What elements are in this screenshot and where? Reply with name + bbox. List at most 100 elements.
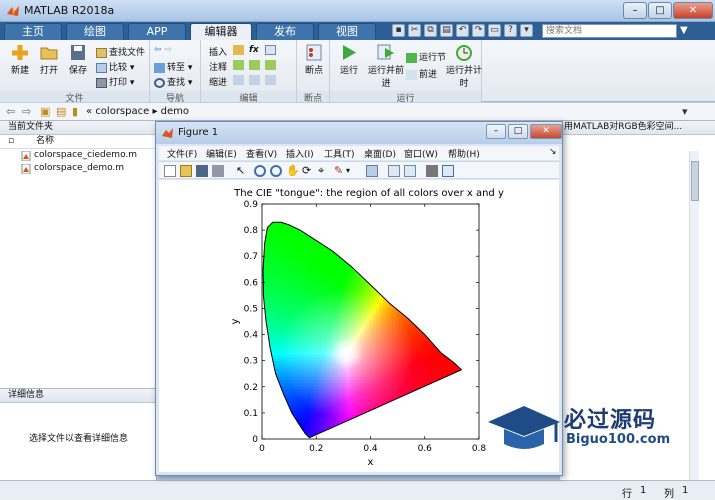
breakpoints-button[interactable]: 断点 (297, 44, 331, 76)
smart-indent-icon[interactable] (233, 75, 246, 87)
increase-indent-icon[interactable] (265, 75, 278, 87)
zoom-out-icon[interactable] (270, 165, 282, 177)
expand-icon[interactable]: ▾ (520, 24, 533, 37)
goto-button[interactable]: 转至 ▾ (154, 60, 192, 73)
pointer-icon[interactable]: ↖ (236, 165, 248, 177)
find-files-button[interactable]: 查找文件 (96, 45, 145, 58)
insert-legend-icon[interactable] (404, 165, 416, 177)
name-column-header[interactable]: ▫ 名称 (0, 135, 156, 149)
open-file-icon[interactable] (180, 165, 192, 177)
filter-icon[interactable]: ▼ (680, 25, 694, 38)
forward-arrow-icon[interactable]: ⇨ (164, 45, 172, 55)
tab-apps[interactable]: APP (128, 23, 186, 40)
insert-section-icon[interactable] (233, 45, 246, 57)
rotate-3d-icon[interactable]: ⟳ (302, 165, 314, 177)
switch-windows-icon[interactable]: ▭ (488, 24, 501, 37)
save-button[interactable]: 保存 (61, 44, 95, 76)
insert-colorbar-icon[interactable] (388, 165, 400, 177)
chroma-cell (408, 404, 413, 409)
run-section-button[interactable]: 运行节 (406, 50, 446, 63)
tab-editor[interactable]: 编辑器 (190, 23, 252, 40)
chroma-cell (405, 260, 410, 265)
run-button[interactable]: 运行 (332, 44, 366, 76)
compare-button[interactable]: 比较 ▾ (96, 60, 134, 73)
menu-help[interactable]: 帮助(H) (448, 147, 480, 160)
dock-arrow-icon[interactable]: ↘ (549, 147, 557, 157)
browse-folder-icon[interactable]: ▤ (56, 106, 68, 118)
advance-button[interactable]: 前进 (406, 67, 437, 80)
find-button[interactable]: 查找 ▾ (154, 75, 192, 88)
back-forward-buttons[interactable]: ⇦ ⇨ (154, 45, 172, 57)
tab-plots[interactable]: 绘图 (66, 23, 124, 40)
zoom-in-icon[interactable] (254, 165, 266, 177)
search-input[interactable]: 搜索文档 (542, 24, 677, 38)
chroma-cell (434, 222, 439, 224)
save-figure-icon[interactable] (196, 165, 208, 177)
indent-button[interactable]: 缩进 (209, 75, 227, 88)
scrollbar-thumb[interactable] (691, 161, 699, 201)
list-item[interactable]: colorspace_demo.m (0, 162, 156, 175)
comment-percent-icon[interactable] (233, 60, 246, 72)
run-time-button[interactable]: 运行并计时 (446, 44, 482, 89)
cut-icon[interactable]: ✂ (408, 24, 421, 37)
editor-tab-title[interactable]: 用MATLAB对RGB色彩空间... (560, 121, 715, 135)
menu-desktop[interactable]: 桌面(D) (364, 147, 396, 160)
decrease-indent-icon[interactable] (249, 75, 262, 87)
comment-button[interactable]: 注释 (209, 60, 227, 73)
uncomment-icon[interactable] (249, 60, 262, 72)
chroma-cell (379, 213, 383, 217)
back-arrow-icon[interactable]: ⇦ (154, 45, 162, 55)
tab-view[interactable]: 视图 (318, 23, 376, 40)
back-icon[interactable]: ⇦ (6, 106, 18, 118)
insert-button[interactable]: 插入 (209, 45, 227, 58)
figure-title-bar[interactable]: Figure 1 – □ ✕ (156, 122, 562, 144)
scrollbar[interactable] (689, 151, 699, 481)
link-plot-icon[interactable] (366, 165, 378, 177)
tab-home[interactable]: 主页 (4, 23, 62, 40)
wrap-comments-icon[interactable] (265, 60, 278, 72)
collapse-icon[interactable]: ▫ (8, 135, 14, 148)
insert-function-icon[interactable] (265, 45, 278, 57)
run-advance-button[interactable]: 运行并前进 (368, 44, 404, 89)
hide-plot-tools-icon[interactable] (426, 165, 438, 177)
breadcrumb-demo[interactable]: demo (161, 106, 189, 117)
breadcrumb-colorspace[interactable]: colorspace (95, 106, 149, 117)
chroma-cell (271, 398, 276, 402)
up-folder-icon[interactable]: ▣ (40, 106, 52, 118)
redo-icon[interactable]: ↷ (472, 24, 485, 37)
chroma-cell (454, 351, 458, 355)
tab-publish[interactable]: 发布 (256, 23, 314, 40)
chroma-cell (395, 404, 400, 409)
menu-tools[interactable]: 工具(T) (324, 147, 355, 160)
forward-icon[interactable]: ⇨ (22, 106, 34, 118)
figure-close-button[interactable]: ✕ (530, 124, 562, 139)
figure-minimize-button[interactable]: – (486, 124, 506, 139)
menu-insert[interactable]: 插入(I) (286, 147, 314, 160)
list-item[interactable]: colorspace_ciedemo.m (0, 149, 156, 162)
print-figure-icon[interactable] (212, 165, 224, 177)
menu-file[interactable]: 文件(F) (167, 147, 197, 160)
brush-dropdown-icon[interactable]: ▾ (346, 165, 358, 177)
menu-view[interactable]: 查看(V) (246, 147, 277, 160)
help-icon[interactable]: ? (504, 24, 517, 37)
chevron-down-icon[interactable]: ▾ (682, 106, 694, 118)
minimize-button[interactable]: – (623, 2, 647, 19)
pan-hand-icon[interactable]: ✋ (286, 165, 300, 177)
menu-window[interactable]: 窗口(W) (404, 147, 438, 160)
data-cursor-icon[interactable]: ⌖ (318, 165, 330, 177)
figure-maximize-button[interactable]: □ (508, 124, 528, 139)
close-button[interactable]: ✕ (673, 2, 713, 19)
maximize-button[interactable]: □ (648, 2, 672, 19)
brush-icon[interactable]: ✎ (334, 165, 346, 177)
new-figure-icon[interactable] (164, 165, 176, 177)
menu-edit[interactable]: 编辑(E) (206, 147, 237, 160)
save-icon[interactable]: ▪ (392, 24, 405, 37)
chroma-cell (441, 254, 445, 258)
copy-icon[interactable]: ⧉ (424, 24, 437, 37)
print-button[interactable]: 打印 ▾ (96, 75, 134, 88)
fx-button[interactable]: fx (249, 45, 259, 57)
undo-icon[interactable]: ↶ (456, 24, 469, 37)
paste-icon[interactable]: ▤ (440, 24, 453, 37)
chroma-cell (441, 345, 445, 349)
show-plot-tools-icon[interactable] (442, 165, 454, 177)
